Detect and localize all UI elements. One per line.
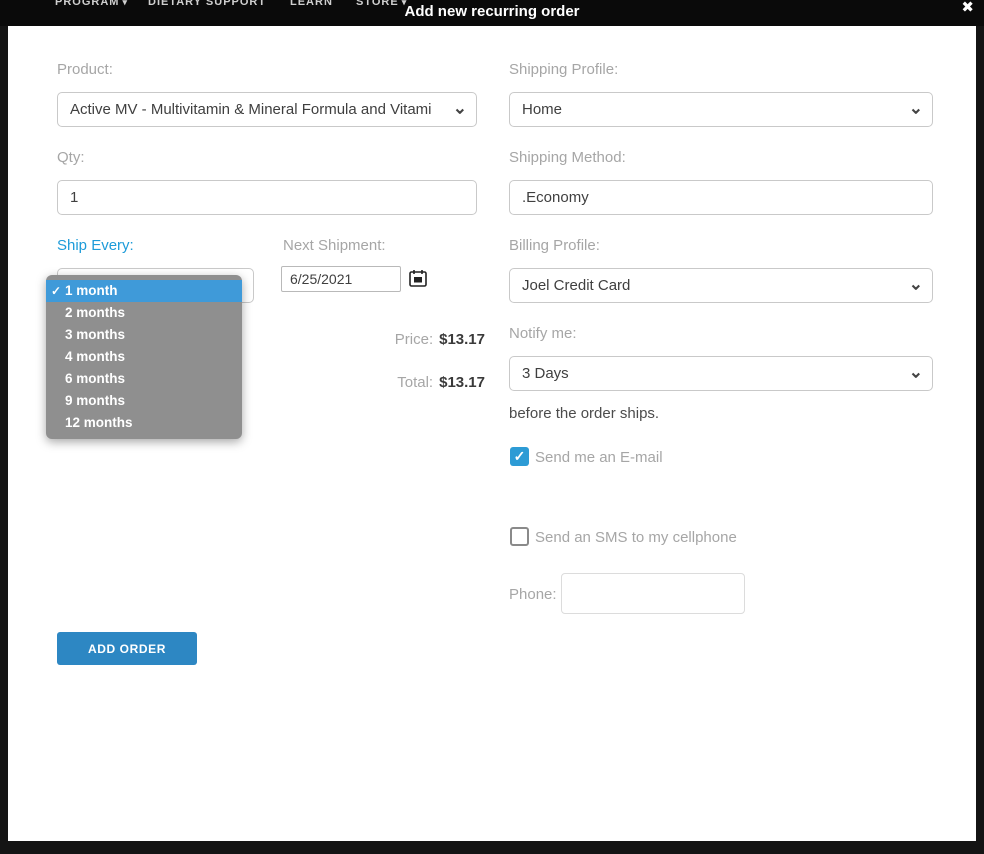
next-shipment-input[interactable] (281, 266, 401, 292)
close-icon[interactable]: ✖ (961, 0, 974, 16)
email-checkbox[interactable]: ✓ (510, 447, 529, 466)
add-recurring-order-modal: Product: Active MV - Multivitamin & Mine… (8, 26, 976, 841)
dropdown-option-12-months[interactable]: 12 months (46, 412, 242, 434)
shipping-profile-label: Shipping Profile: (509, 61, 618, 78)
product-label: Product: (57, 61, 113, 78)
dropdown-option-9-months[interactable]: 9 months (46, 390, 242, 412)
dropdown-option-label: 4 months (65, 349, 125, 364)
phone-label: Phone: (509, 586, 557, 603)
page-backdrop-bottom (0, 841, 984, 854)
email-checkbox-label[interactable]: Send me an E-mail (535, 449, 663, 466)
top-bar: PROGRAM▾ DIETARY SUPPORT LEARN STORE▾ Ad… (0, 0, 984, 26)
ship-every-dropdown: ✓ 1 month 2 months 3 months 4 months 6 m… (46, 275, 242, 439)
dropdown-option-4-months[interactable]: 4 months (46, 346, 242, 368)
dropdown-option-label: 3 months (65, 327, 125, 342)
product-select-value: Active MV - Multivitamin & Mineral Formu… (70, 101, 432, 118)
qty-label: Qty: (57, 149, 85, 166)
shipping-method-label: Shipping Method: (509, 149, 626, 166)
notify-suffix-text: before the order ships. (509, 405, 659, 422)
dropdown-option-label: 2 months (65, 305, 125, 320)
shipping-profile-select[interactable]: Home ⌄ (509, 92, 933, 127)
chevron-down-icon: ⌄ (909, 99, 923, 116)
price-value: $13.17 (439, 331, 485, 348)
sms-checkbox[interactable] (510, 527, 529, 546)
add-order-button[interactable]: ADD ORDER (57, 632, 197, 665)
check-icon: ✓ (51, 280, 61, 302)
notify-me-label: Notify me: (509, 325, 577, 342)
shipping-profile-value: Home (522, 101, 562, 118)
dropdown-option-1-month[interactable]: ✓ 1 month (46, 280, 242, 302)
phone-input[interactable] (561, 573, 745, 614)
calendar-icon[interactable] (409, 269, 427, 287)
price-label: Price: (395, 331, 433, 348)
billing-profile-select[interactable]: Joel Credit Card ⌄ (509, 268, 933, 303)
dropdown-option-2-months[interactable]: 2 months (46, 302, 242, 324)
sms-checkbox-label[interactable]: Send an SMS to my cellphone (535, 529, 737, 546)
dropdown-option-label: 9 months (65, 393, 125, 408)
check-icon: ✓ (514, 448, 526, 465)
next-shipment-label: Next Shipment: (283, 237, 386, 254)
notify-me-value: 3 Days (522, 365, 569, 382)
total-row: Total: $13.17 (281, 374, 485, 391)
dropdown-option-6-months[interactable]: 6 months (46, 368, 242, 390)
dropdown-option-label: 1 month (65, 283, 118, 298)
modal-title: Add new recurring order (0, 3, 984, 20)
shipping-method-input[interactable]: .Economy (509, 180, 933, 215)
dropdown-option-label: 12 months (65, 415, 133, 430)
billing-profile-value: Joel Credit Card (522, 277, 630, 294)
billing-profile-label: Billing Profile: (509, 237, 600, 254)
price-row: Price: $13.17 (281, 331, 485, 348)
chevron-down-icon: ⌄ (909, 363, 923, 380)
total-label: Total: (397, 374, 433, 391)
shipping-method-value: .Economy (522, 189, 589, 206)
chevron-down-icon: ⌄ (909, 275, 923, 292)
qty-value: 1 (70, 189, 78, 206)
qty-input[interactable]: 1 (57, 180, 477, 215)
dropdown-option-3-months[interactable]: 3 months (46, 324, 242, 346)
total-value: $13.17 (439, 374, 485, 391)
notify-me-select[interactable]: 3 Days ⌄ (509, 356, 933, 391)
ship-every-label: Ship Every: (57, 237, 134, 254)
dropdown-option-label: 6 months (65, 371, 125, 386)
product-select[interactable]: Active MV - Multivitamin & Mineral Formu… (57, 92, 477, 127)
chevron-down-icon: ⌄ (453, 99, 467, 116)
